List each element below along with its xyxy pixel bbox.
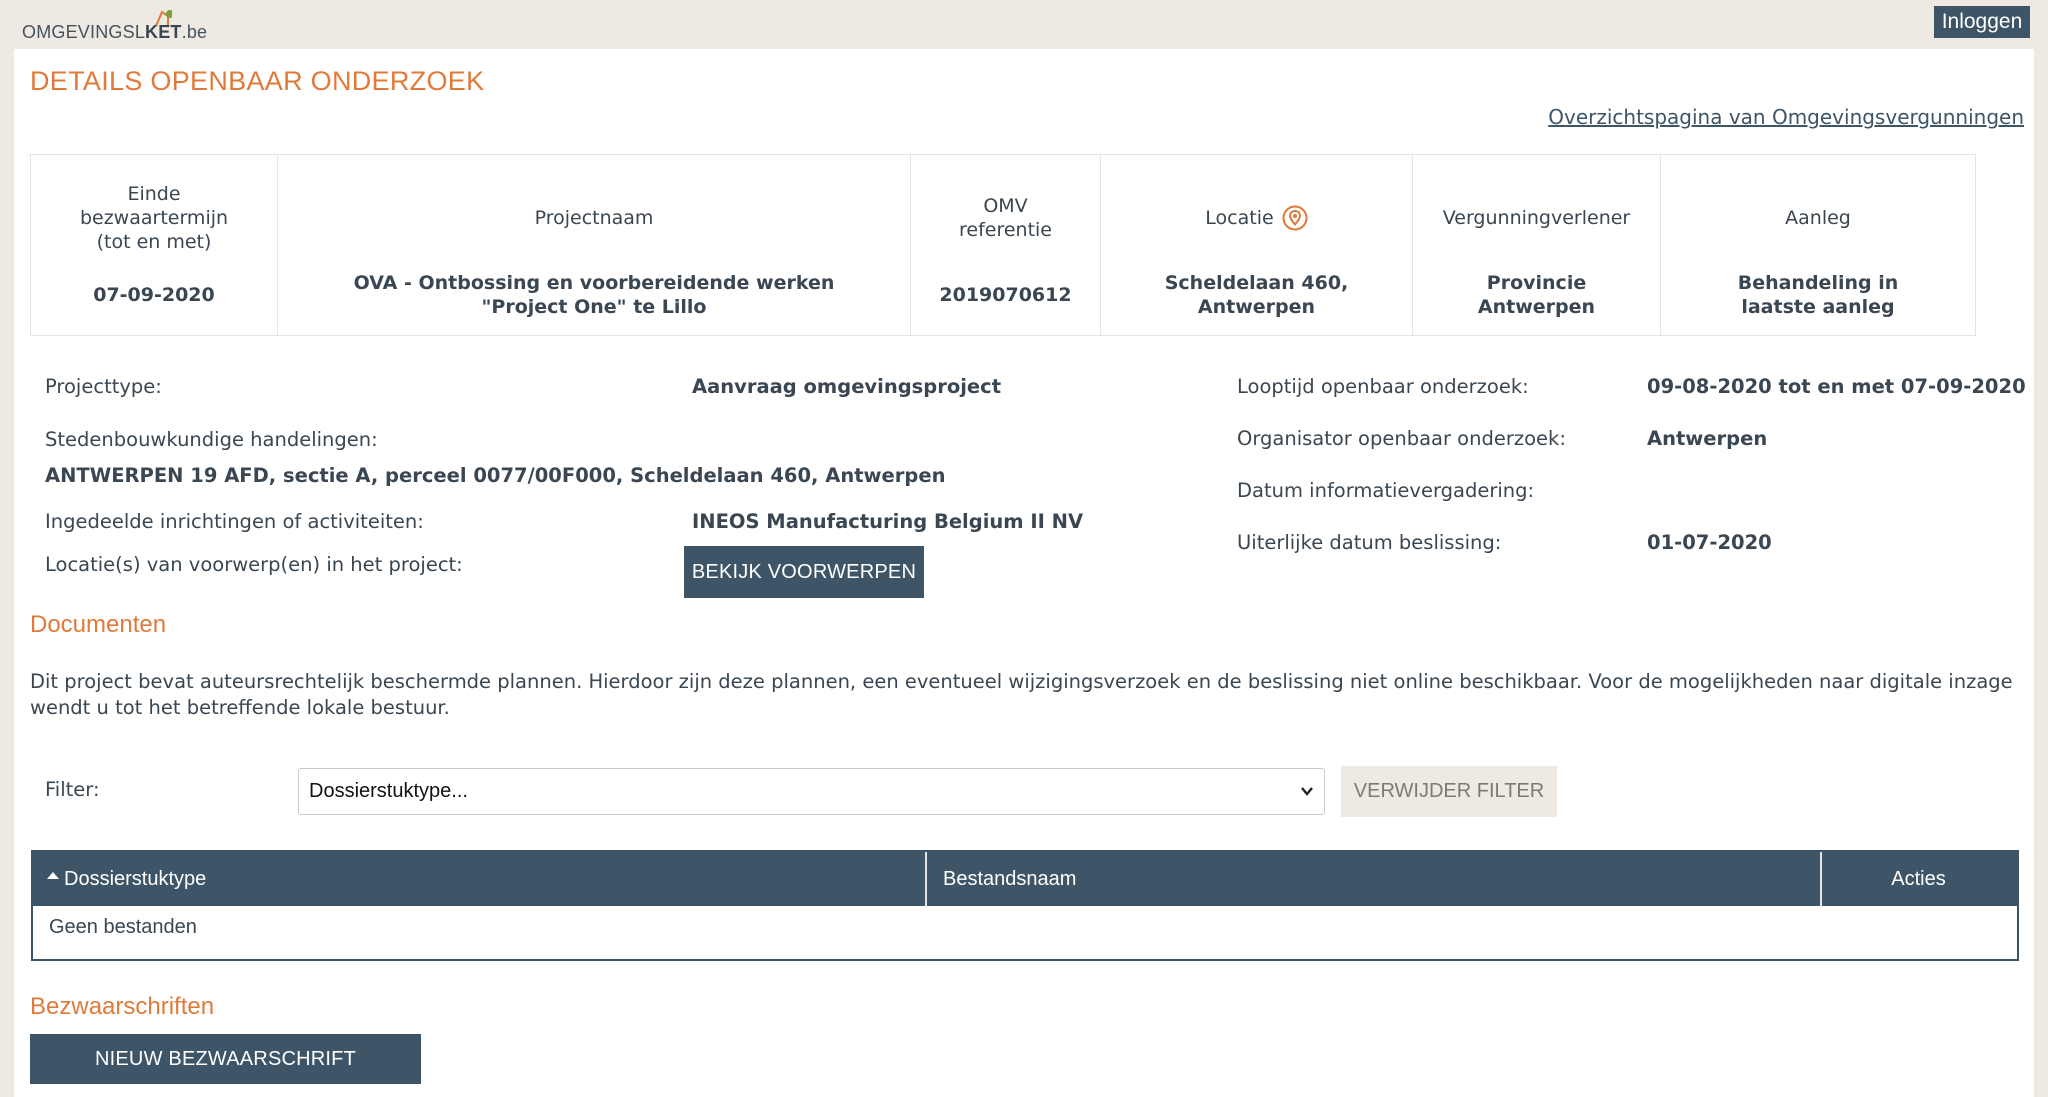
summary-col-projectnaam: Projectnaam OVA - Ontbossing en voorbere… xyxy=(278,155,911,335)
summary-col-omv: OMV referentie 2019070612 xyxy=(911,155,1101,335)
column-divider xyxy=(925,852,927,906)
infovergadering-label: Datum informatievergadering: xyxy=(1237,479,1535,502)
bekijk-voorwerpen-button[interactable]: BEKIJK VOORWERPEN xyxy=(684,546,924,598)
dossierstuktype-select[interactable]: Dossierstuktype... xyxy=(298,768,1325,815)
overview-link[interactable]: Overzichtspagina van Omgevingsvergunning… xyxy=(1548,105,2024,129)
summary-col-locatie: Locatie Scheldelaan 460, Antwerpen xyxy=(1101,155,1413,335)
summary-value-einde: 07-09-2020 xyxy=(93,284,215,306)
filter-label: Filter: xyxy=(45,778,100,801)
summary-header-aanleg: Aanleg xyxy=(1785,207,1851,229)
empty-table-message: Geen bestanden xyxy=(49,916,197,938)
logo-text: OMGEVINGSLKET.be xyxy=(22,22,208,42)
inrichtingen-label: Ingedeelde inrichtingen of activiteiten: xyxy=(45,510,424,533)
column-header-dossierstuktype-label: Dossierstuktype xyxy=(64,868,207,890)
projecttype-label: Projecttype: xyxy=(45,375,162,398)
summary-table: Einde bezwaartermijn (tot en met) 07-09-… xyxy=(30,154,1976,336)
sort-ascending-icon xyxy=(47,872,59,879)
page-title: DETAILS OPENBAAR ONDERZOEK xyxy=(30,66,485,96)
nieuw-bezwaarschrift-button[interactable]: NIEUW BEZWAARSCHRIFT TOEVOEGEN xyxy=(30,1034,421,1084)
verwijder-filter-button[interactable]: VERWIJDER FILTER xyxy=(1341,766,1557,817)
top-bar: OMGEVINGSLKET.be Inloggen xyxy=(0,0,2048,49)
looptijd-label: Looptijd openbaar onderzoek: xyxy=(1237,375,1529,398)
column-header-dossierstuktype[interactable]: Dossierstuktype xyxy=(47,852,206,906)
chevron-down-icon xyxy=(1301,787,1313,796)
bezwaarschriften-title: Bezwaarschriften xyxy=(30,993,215,1020)
stedenbouw-label: Stedenbouwkundige handelingen: xyxy=(45,428,378,451)
summary-header-einde: Einde bezwaartermijn (tot en met) xyxy=(79,183,229,253)
stedenbouw-value: ANTWERPEN 19 AFD, sectie A, perceel 0077… xyxy=(45,464,946,487)
locaties-label: Locatie(s) van voorwerp(en) in het proje… xyxy=(45,553,463,576)
summary-header-omv: OMV referentie xyxy=(958,195,1052,241)
documents-table-header: Dossierstuktype Bestandsnaam Acties xyxy=(33,852,2017,906)
login-button[interactable]: Inloggen xyxy=(1934,6,2030,38)
location-pin-icon[interactable] xyxy=(1282,205,1308,231)
beslissing-value: 01-07-2020 xyxy=(1647,531,1772,554)
documenten-title: Documenten xyxy=(30,611,167,638)
summary-value-aanleg: Behandeling in laatste aanleg xyxy=(1737,272,1899,318)
summary-col-einde: Einde bezwaartermijn (tot en met) 07-09-… xyxy=(31,155,278,335)
summary-col-aanleg: Aanleg Behandeling in laatste aanleg xyxy=(1661,155,1975,335)
summary-value-locatie: Scheldelaan 460, Antwerpen xyxy=(1164,272,1349,318)
column-header-acties: Acties xyxy=(1891,868,1946,890)
summary-col-vergunningverlener: Vergunningverlener Provincie Antwerpen xyxy=(1413,155,1661,335)
summary-header-projectnaam: Projectnaam xyxy=(534,207,654,229)
column-header-bestandsnaam[interactable]: Bestandsnaam xyxy=(943,852,1076,906)
beslissing-label: Uiterlijke datum beslissing: xyxy=(1237,531,1502,554)
documents-table: Dossierstuktype Bestandsnaam Acties Geen… xyxy=(31,850,2019,961)
summary-value-vergunningverlener: Provincie Antwerpen xyxy=(1477,272,1596,318)
dossierstuktype-select-value: Dossierstuktype... xyxy=(309,780,468,802)
summary-header-locatie-label: Locatie xyxy=(1205,207,1274,229)
copyright-notice: Dit project bevat auteursrechtelijk besc… xyxy=(30,670,2013,719)
inrichtingen-value: INEOS Manufacturing Belgium II NV xyxy=(692,510,1084,533)
projecttype-value: Aanvraag omgevingsproject xyxy=(692,375,1002,398)
summary-value-omv: 2019070612 xyxy=(939,284,1072,306)
summary-header-locatie: Locatie xyxy=(1101,173,1412,263)
summary-header-vergunningverlener: Vergunningverlener xyxy=(1442,207,1631,229)
organisator-value: Antwerpen xyxy=(1647,427,1768,450)
looptijd-value: 09-08-2020 tot en met 07-09-2020 xyxy=(1647,375,2026,398)
organisator-label: Organisator openbaar onderzoek: xyxy=(1237,427,1566,450)
main-content: DETAILS OPENBAAR ONDERZOEK Overzichtspag… xyxy=(14,49,2034,1097)
summary-value-projectnaam: OVA - Ontbossing en voorbereidende werke… xyxy=(353,272,835,318)
